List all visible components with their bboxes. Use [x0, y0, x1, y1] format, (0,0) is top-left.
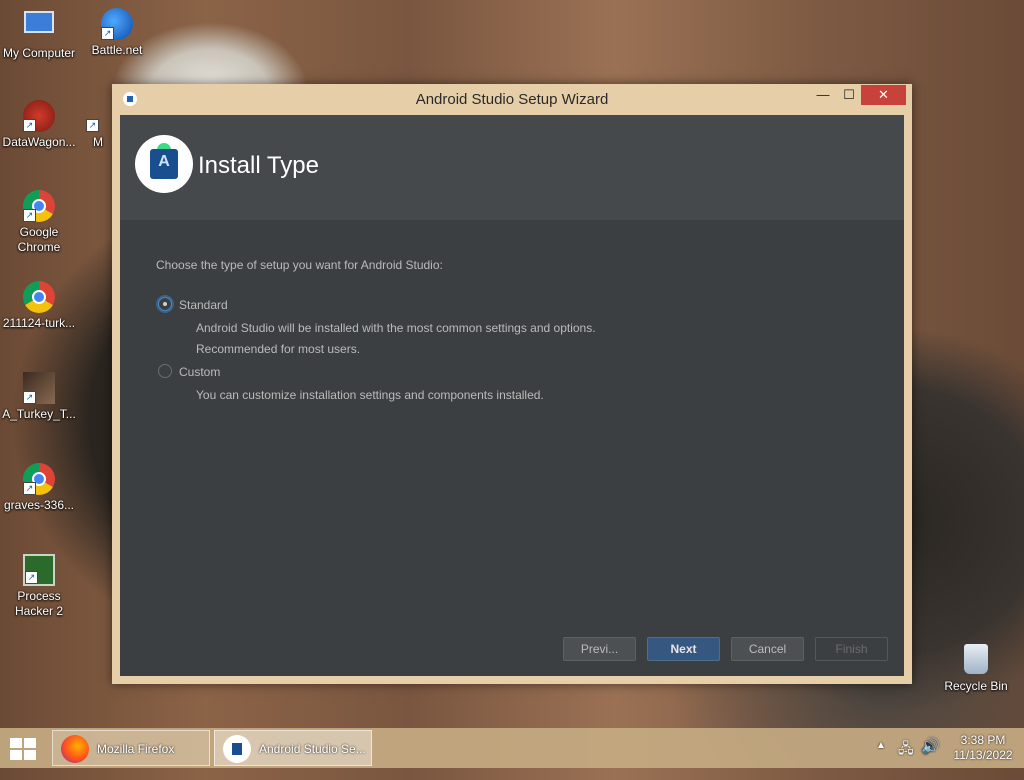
recycle-bin-icon [960, 644, 992, 676]
cancel-button[interactable]: Cancel [731, 637, 804, 661]
process-hacker-icon: ↗ [23, 554, 55, 586]
computer-icon [23, 11, 55, 43]
chrome-icon [23, 281, 55, 313]
chrome-icon: ↗ [23, 463, 55, 495]
desktop-icon-recycle-bin[interactable]: Recycle Bin [937, 644, 1015, 694]
wizard-header: A Install Type [120, 115, 904, 220]
shortcut-icon: ↗ [82, 100, 114, 132]
page-title: Install Type [198, 152, 319, 179]
desktop-icon-battle-net[interactable]: ↗ Battle.net [78, 8, 156, 58]
desktop-icon-turkey-html[interactable]: 211124-turk... [0, 281, 78, 331]
desktop-icon-label: Google Chrome [17, 225, 61, 254]
standard-option-label[interactable]: Standard [179, 298, 228, 312]
chrome-icon: ↗ [23, 190, 55, 222]
custom-radio[interactable] [158, 364, 172, 378]
desktop-icon-label: Process Hacker 2 [14, 589, 64, 618]
desktop-icon-google-chrome[interactable]: ↗ Google Chrome [0, 190, 78, 255]
desktop-icon-graves[interactable]: ↗ graves-336... [0, 463, 78, 513]
taskbar-item-label: Mozilla Firefox [97, 742, 175, 756]
taskbar-item-android-studio[interactable]: Android Studio Se... [214, 730, 372, 766]
desktop-icon-label: Recycle Bin [944, 679, 1008, 693]
volume-icon[interactable]: 🔊 [921, 737, 940, 777]
minimize-button[interactable]: — [810, 85, 836, 105]
clock-time: 3:38 PM [960, 733, 1006, 747]
taskbar-item-firefox[interactable]: Mozilla Firefox [52, 730, 210, 766]
desktop-icon-label: 211124-turk... [2, 316, 76, 330]
desktop-icon-process-hacker[interactable]: ↗ Process Hacker 2 [0, 554, 78, 619]
taskbar-item-label: Android Studio Se... [259, 742, 366, 756]
clock-date: 11/13/2022 [953, 748, 1013, 762]
desktop-icon-datawagon[interactable]: ↗ DataWagon... [0, 100, 78, 150]
wizard-content: A Install Type Choose the type of setup … [120, 115, 904, 676]
standard-recommendation: Recommended for most users. [196, 342, 361, 356]
network-icon[interactable]: 🖧 [898, 738, 914, 778]
desktop-icon-label: DataWagon... [2, 135, 76, 149]
datawagon-icon: ↗ [23, 100, 55, 132]
android-studio-icon [223, 735, 251, 763]
show-hidden-icons-chevron-up-icon[interactable]: ▲ [876, 740, 886, 780]
standard-description: Android Studio will be installed with th… [196, 321, 596, 335]
next-button[interactable]: Next [647, 637, 720, 661]
finish-button: Finish [815, 637, 888, 661]
desktop-icon-label: A_Turkey_T... [2, 407, 76, 421]
close-button[interactable]: ✕ [861, 85, 906, 105]
custom-option-label[interactable]: Custom [179, 365, 220, 379]
setup-type-prompt: Choose the type of setup you want for An… [156, 258, 443, 272]
windows-start-icon[interactable] [10, 738, 38, 760]
desktop-icon-my-computer[interactable]: My Computer [0, 8, 78, 61]
setup-wizard-window: Android Studio Setup Wizard — ☐ ✕ A Inst… [112, 84, 912, 684]
title-bar[interactable]: Android Studio Setup Wizard — ☐ ✕ [112, 84, 912, 114]
desktop-icon-label: graves-336... [3, 498, 75, 512]
window-title: Android Studio Setup Wizard [415, 91, 609, 108]
taskbar-clock[interactable]: 3:38 PM 11/13/2022 [948, 733, 1018, 763]
maximize-button[interactable]: ☐ [836, 85, 862, 105]
taskbar: Mozilla Firefox Android Studio Se... ▲ 🖧… [0, 728, 1024, 768]
standard-radio[interactable] [158, 297, 172, 311]
desktop-icon-label: My Computer [2, 46, 76, 60]
firefox-icon [61, 735, 89, 763]
desktop-icon-label: Battle.net [91, 43, 143, 57]
battle-net-icon: ↗ [101, 8, 133, 40]
previous-button[interactable]: Previ... [563, 637, 636, 661]
custom-description: You can customize installation settings … [196, 388, 544, 402]
image-thumbnail-icon: ↗ [23, 372, 55, 404]
desktop-icon-turkey-image[interactable]: ↗ A_Turkey_T... [0, 372, 78, 422]
android-studio-logo-icon: A [135, 135, 193, 193]
